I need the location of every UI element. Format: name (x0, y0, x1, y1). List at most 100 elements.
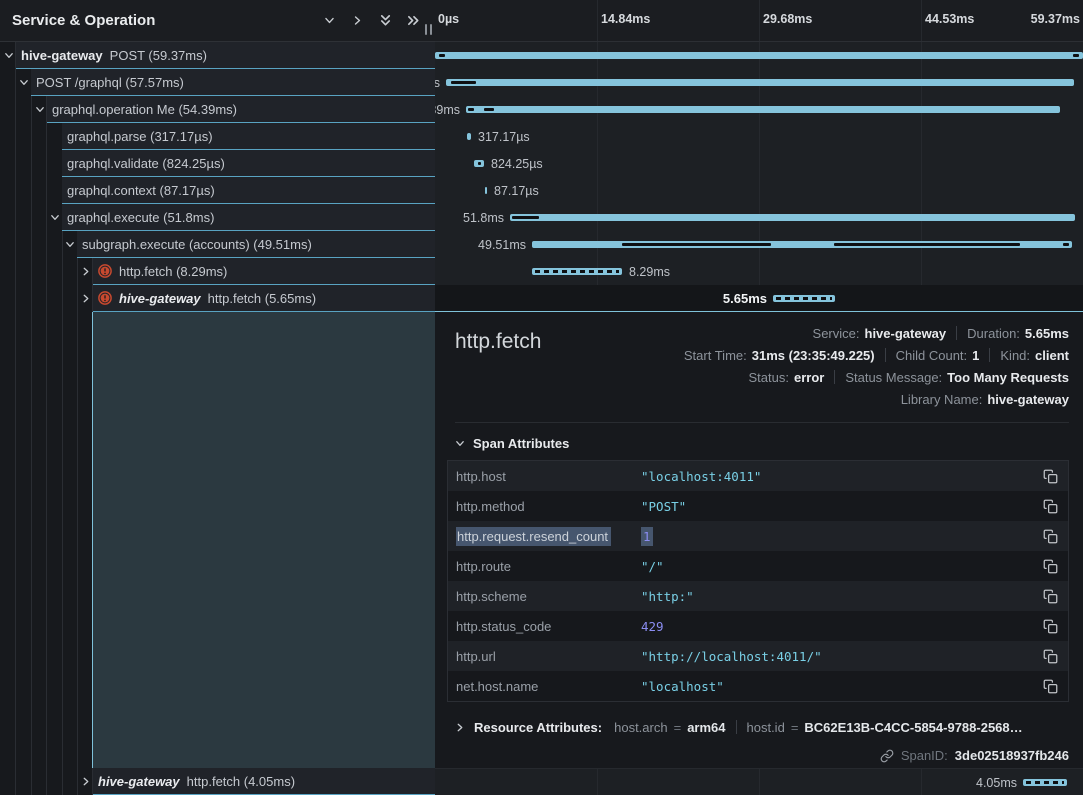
attribute-row: http.scheme "http:" (448, 581, 1068, 611)
span-bar[interactable] (1023, 779, 1067, 786)
copy-button[interactable] (1043, 589, 1058, 604)
selected-span-expanded-region (92, 312, 435, 768)
meta-value: 31ms (23:35:49.225) (752, 348, 875, 363)
attribute-key[interactable]: http.route (456, 559, 641, 574)
child-span-mark (439, 54, 445, 57)
chevron-down-icon[interactable] (4, 50, 14, 60)
timeline-row: 87.17µs (435, 177, 1083, 204)
chevron-down-icon[interactable] (35, 104, 45, 114)
tree-row[interactable]: hive-gateway POST (59.37ms) (16, 42, 435, 69)
span-bar[interactable] (532, 268, 622, 275)
span-duration-label: 8.29ms (629, 265, 670, 279)
span-title: http.fetch (455, 330, 541, 354)
meta-value: 5.65ms (1025, 326, 1069, 341)
panel-splitter-handle[interactable] (425, 24, 432, 35)
attribute-key[interactable]: http.scheme (456, 589, 641, 604)
attribute-value[interactable]: "POST" (641, 499, 686, 514)
span-bar[interactable] (510, 214, 1075, 221)
tree-row[interactable]: graphql.validate (824.25µs) (62, 150, 435, 177)
copy-button[interactable] (1043, 469, 1058, 484)
span-duration-label: 824.25µs (491, 157, 543, 171)
chevron-right-icon (455, 722, 465, 732)
attribute-key[interactable]: http.url (456, 649, 641, 664)
attribute-value[interactable]: "localhost:4011" (641, 469, 761, 484)
attribute-key[interactable]: http.method (456, 499, 641, 514)
child-span-mark (468, 108, 474, 111)
span-attributes-toggle[interactable]: Span Attributes (455, 436, 1069, 451)
tree-collapse-controls (322, 13, 421, 28)
copy-button[interactable] (1043, 559, 1058, 574)
chevron-right-icon[interactable] (81, 293, 91, 303)
resource-attribute: host.id=BC62E13B-C4CC-5854-9788-2568… (747, 720, 1023, 735)
child-span-mark (478, 162, 481, 165)
attribute-value[interactable]: "/" (641, 559, 664, 574)
chevron-right-icon[interactable] (350, 13, 365, 28)
meta-label: Child Count: (896, 348, 968, 363)
span-bar[interactable] (446, 79, 1074, 86)
copy-button[interactable] (1043, 619, 1058, 634)
copy-button[interactable] (1043, 649, 1058, 664)
attribute-key[interactable]: net.host.name (456, 679, 641, 694)
attribute-value[interactable]: "http://localhost:4011/" (641, 649, 822, 664)
double-chevron-down-icon[interactable] (378, 13, 393, 28)
divider (736, 720, 737, 734)
span-bar[interactable] (532, 241, 1072, 248)
meta-label: Kind: (1000, 348, 1030, 363)
resource-attributes-toggle[interactable]: Resource Attributes: host.arch=arm64host… (455, 715, 1069, 739)
tree-row[interactable]: subgraph.execute (accounts) (49.51ms) (77, 231, 435, 258)
span-bar[interactable] (466, 106, 1060, 113)
span-bar[interactable] (467, 133, 471, 140)
span-bar[interactable] (474, 160, 484, 167)
meta-label: Duration: (967, 326, 1020, 341)
span-bar[interactable] (435, 52, 1083, 59)
meta-label: Start Time: (684, 348, 747, 363)
span-bar[interactable] (773, 295, 835, 302)
chevron-right-icon[interactable] (81, 266, 91, 276)
copy-button[interactable] (1043, 529, 1058, 544)
timeline-row: 4.05ms (435, 769, 1083, 795)
service-name: hive-gateway (119, 291, 201, 306)
chevron-right-icon[interactable] (81, 776, 91, 786)
span-duration-label: 49.51ms (478, 238, 526, 252)
tree-row[interactable]: graphql.execute (51.8ms) (62, 204, 435, 231)
copy-button[interactable] (1043, 679, 1058, 694)
tree-row[interactable]: graphql.operation Me (54.39ms) (47, 96, 435, 123)
attribute-row: http.url "http://localhost:4011/" (448, 641, 1068, 671)
tree-row[interactable]: POST /graphql (57.57ms) (31, 69, 435, 96)
tree-row[interactable]: graphql.parse (317.17µs) (62, 123, 435, 150)
span-label: graphql.operation Me (54.39ms) (52, 102, 237, 117)
copy-button[interactable] (1043, 499, 1058, 514)
meta-value: hive-gateway (987, 392, 1069, 407)
timeline-panel: 0µs14.84ms29.68ms44.53ms59.37ms 57.57ms 5… (435, 0, 1083, 795)
meta-line: Start Time: 31ms (23:35:49.225) Child Coun… (684, 344, 1069, 366)
chevron-down-icon[interactable] (322, 13, 337, 28)
attribute-key[interactable]: http.host (456, 469, 641, 484)
timeline-footer-row: 4.05ms (435, 768, 1083, 795)
chevron-down-icon[interactable] (19, 77, 29, 87)
span-attributes-table: http.host "localhost:4011" http.method "… (447, 460, 1069, 702)
attribute-value[interactable]: "http:" (641, 589, 694, 604)
meta-value: 1 (972, 348, 979, 363)
timeline-row: 57.57ms (435, 69, 1083, 96)
axis-tick: 0µs (438, 12, 459, 26)
span-bar[interactable] (485, 187, 487, 194)
attribute-key[interactable]: http.request.resend_count (456, 529, 641, 544)
timeline-rows: 57.57ms54.39ms317.17µs824.25µs87.17µs51.… (435, 42, 1083, 312)
double-chevron-right-icon[interactable] (406, 13, 421, 28)
attribute-value[interactable]: "localhost" (641, 679, 724, 694)
attribute-key[interactable]: http.status_code (456, 619, 641, 634)
tree-row[interactable]: http.fetch (8.29ms) (93, 258, 435, 285)
span-label: graphql.execute (51.8ms) (67, 210, 214, 225)
meta-value: hive-gateway (865, 326, 947, 341)
link-icon[interactable] (880, 749, 894, 763)
timeline-axis: 0µs14.84ms29.68ms44.53ms59.37ms (435, 0, 1083, 42)
attribute-value[interactable]: 429 (641, 619, 664, 634)
tree-row-selected[interactable]: hive-gateway http.fetch (5.65ms) (93, 285, 435, 312)
chevron-down-icon[interactable] (50, 212, 60, 222)
span-label: http.fetch (5.65ms) (208, 291, 316, 306)
span-id-value: 3de02518937fb246 (955, 748, 1069, 763)
chevron-down-icon[interactable] (65, 239, 75, 249)
tree-row[interactable]: hive-gateway http.fetch (4.05ms) (93, 768, 435, 795)
attribute-value[interactable]: 1 (641, 529, 653, 544)
tree-row[interactable]: graphql.context (87.17µs) (62, 177, 435, 204)
